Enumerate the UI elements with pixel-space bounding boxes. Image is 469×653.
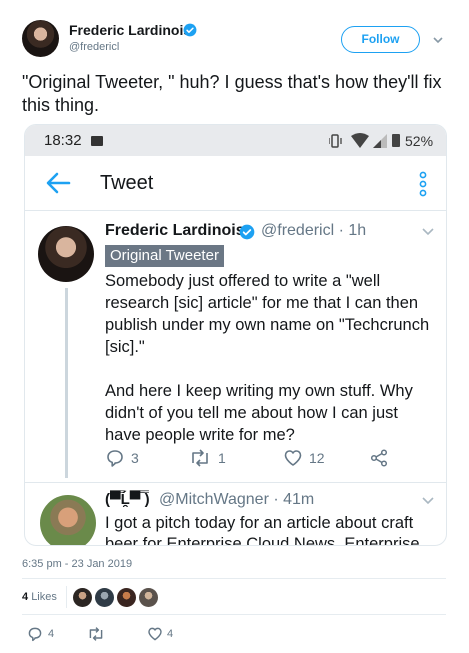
battery-percent: 52%	[405, 133, 434, 149]
chevron-down-icon	[422, 497, 434, 505]
reply-count: 4	[48, 628, 55, 640]
divider	[66, 586, 67, 608]
divider	[22, 614, 446, 615]
follow-button[interactable]: Follow	[341, 26, 420, 53]
quoted-tweet-paragraph-2: And here I keep writing my own stuff. Wh…	[105, 382, 413, 444]
attached-screenshot[interactable]: 18:32 52% Tweet Frederic Lardinois @fred…	[24, 124, 447, 546]
reply-icon	[28, 627, 42, 642]
likes-label: Likes	[31, 591, 57, 603]
status-time: 18:32	[44, 132, 82, 149]
thread-line	[65, 288, 68, 478]
liker-avatar[interactable]	[139, 588, 158, 607]
quoted-tweet: Frederic Lardinois @fredericl · 1h Origi…	[25, 212, 446, 482]
liker-avatar[interactable]	[95, 588, 114, 607]
retweet-icon	[89, 627, 103, 641]
chevron-down-icon[interactable]	[432, 34, 444, 46]
quoted-tweet-body: Somebody just offered to write a "well r…	[105, 270, 435, 446]
battery-icon	[392, 134, 400, 147]
app-title: Tweet	[100, 172, 154, 194]
tweet-text: "Original Tweeter, " huh? I guess that's…	[22, 72, 442, 115]
divider	[22, 578, 446, 579]
retweet-count: 1	[218, 450, 226, 466]
quoted-tweet-paragraph-1: Somebody just offered to write a "well r…	[105, 272, 430, 356]
tweet-header: Frederic Lardinois @fredericl Follow	[0, 0, 469, 62]
reply-author-name: (▀̿Ĺ̯▀̿ ̿)	[105, 491, 150, 508]
share-icon	[370, 449, 388, 467]
phone-status-bar: 18:32 52%	[25, 125, 446, 156]
reply-tweet: (▀̿Ĺ̯▀̿ ̿) @MitchWagner · 41m I got a pi…	[25, 482, 446, 546]
likes-number: 4	[22, 591, 29, 603]
signal-wifi-icons	[329, 133, 387, 148]
heart-icon	[148, 627, 162, 641]
reply-count: 3	[131, 450, 139, 466]
verified-badge-icon	[239, 224, 255, 240]
retweet-icon	[192, 449, 208, 467]
tweet-timestamp[interactable]: 6:35 pm - 23 Jan 2019	[22, 558, 132, 570]
quoted-author-avatar	[38, 226, 94, 282]
reply-icon	[107, 450, 123, 467]
reply-author-avatar	[40, 495, 96, 545]
author-avatar[interactable]	[22, 20, 59, 57]
author-handle[interactable]: @fredericl	[69, 41, 119, 53]
heart-icon	[284, 450, 302, 466]
chevron-down-icon	[422, 228, 434, 236]
quoted-author-name: Frederic Lardinois	[105, 222, 245, 239]
app-bar: Tweet	[25, 156, 446, 211]
reply-tweet-body: I got a pitch today for an article about…	[105, 514, 420, 546]
original-tweeter-badge: Original Tweeter	[105, 245, 224, 267]
image-notification-icon	[91, 136, 103, 146]
likes-count[interactable]: 4 Likes	[22, 591, 57, 603]
liker-avatar[interactable]	[117, 588, 136, 607]
like-count: 4	[167, 628, 174, 640]
like-count: 12	[309, 450, 325, 466]
liker-avatar[interactable]	[73, 588, 92, 607]
back-arrow-icon[interactable]	[45, 171, 71, 195]
verified-badge-icon	[183, 23, 197, 37]
author-name[interactable]: Frederic Lardinois	[69, 22, 191, 38]
overflow-menu-icon[interactable]	[419, 170, 427, 198]
reply-author-handle: @MitchWagner · 41m	[159, 491, 315, 508]
quoted-author-handle: @fredericl · 1h	[261, 222, 367, 239]
